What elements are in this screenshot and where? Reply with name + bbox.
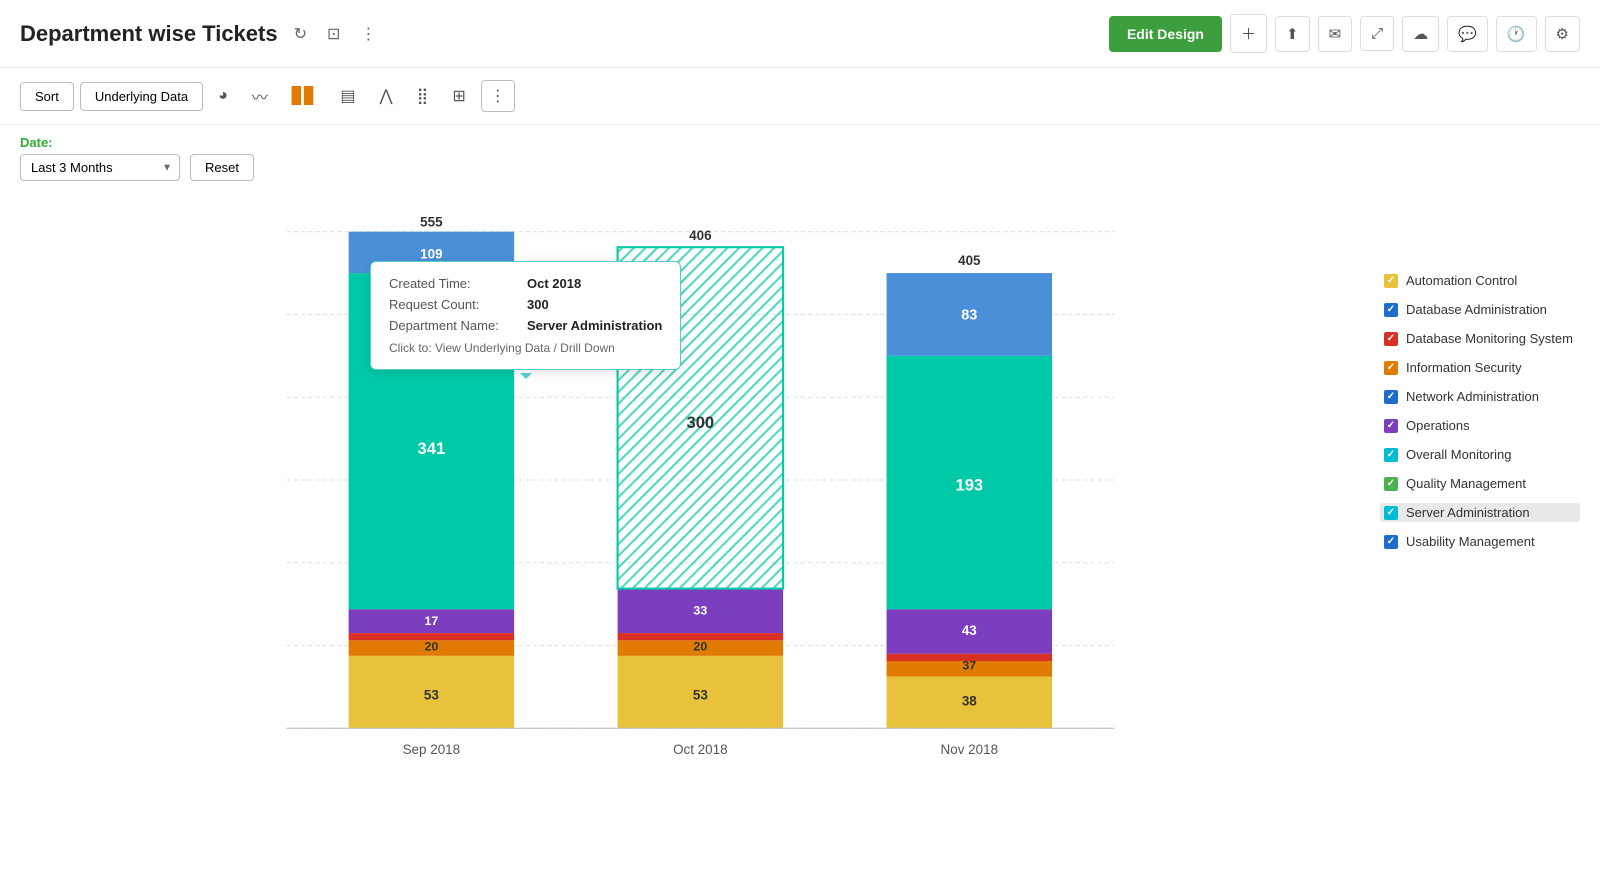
legend-item-operations[interactable]: ✓ Operations xyxy=(1380,416,1580,435)
legend-item-server-admin[interactable]: ✓ Server Administration xyxy=(1380,503,1580,522)
svg-text:405: 405 xyxy=(958,253,981,268)
svg-text:17: 17 xyxy=(424,614,438,628)
underlying-data-button[interactable]: Underlying Data xyxy=(80,82,203,111)
clock-button[interactable]: 🕐 xyxy=(1496,16,1537,52)
sort-button[interactable]: Sort xyxy=(20,82,74,111)
export-button[interactable]: ⬆ xyxy=(1275,16,1310,52)
legend-item-usability-management[interactable]: ✓ Usability Management xyxy=(1380,532,1580,551)
chart-tooltip: Created Time: Oct 2018 Request Count: 30… xyxy=(370,261,681,370)
legend-label-overall-monitoring: Overall Monitoring xyxy=(1406,447,1512,462)
svg-text:300: 300 xyxy=(687,413,715,432)
header-left: Department wise Tickets ↻ ⊡ ⋮ xyxy=(20,20,380,48)
svg-text:Oct 2018: Oct 2018 xyxy=(673,742,728,757)
page: Department wise Tickets ↻ ⊡ ⋮ Edit Desig… xyxy=(0,0,1600,882)
legend-label-info-security: Information Security xyxy=(1406,360,1522,375)
svg-text:53: 53 xyxy=(424,687,439,702)
svg-text:83: 83 xyxy=(961,308,977,324)
svg-text:Sep 2018: Sep 2018 xyxy=(403,742,461,757)
legend-color-database-admin: ✓ xyxy=(1384,303,1398,317)
legend-color-overall-monitoring: ✓ xyxy=(1384,448,1398,462)
svg-text:109: 109 xyxy=(420,247,442,262)
legend-color-automation-control: ✓ xyxy=(1384,274,1398,288)
legend-item-network-admin[interactable]: ✓ Network Administration xyxy=(1380,387,1580,406)
legend-label-automation-control: Automation Control xyxy=(1406,273,1517,288)
table-chart-button[interactable]: ⊞ xyxy=(443,80,474,112)
legend-color-info-security: ✓ xyxy=(1384,361,1398,375)
tooltip-request-count-label: Request Count: xyxy=(389,297,519,312)
legend-item-database-monitoring[interactable]: ✓ Database Monitoring System xyxy=(1380,329,1580,348)
legend-label-network-admin: Network Administration xyxy=(1406,389,1539,404)
legend-label-quality-management: Quality Management xyxy=(1406,476,1526,491)
tooltip-department: Department Name: Server Administration xyxy=(389,318,662,333)
svg-text:20: 20 xyxy=(693,640,707,654)
svg-text:Nov 2018: Nov 2018 xyxy=(941,742,999,757)
legend-color-operations: ✓ xyxy=(1384,419,1398,433)
filter-row: Last 3 Months Last 6 Months Last 12 Mont… xyxy=(20,154,1580,181)
legend-color-usability-management: ✓ xyxy=(1384,535,1398,549)
add-button[interactable]: ＋ xyxy=(1230,14,1267,53)
refresh-icon[interactable]: ↻ xyxy=(290,20,311,48)
chart-more-button[interactable]: ⋮ xyxy=(481,80,515,112)
scatter-chart-button[interactable]: ⣿ xyxy=(408,80,438,112)
line-chart-button[interactable]: 〰 xyxy=(243,78,277,114)
edit-design-button[interactable]: Edit Design xyxy=(1109,16,1222,52)
legend-color-database-monitoring: ✓ xyxy=(1384,332,1398,346)
more-options-icon[interactable]: ⋮ xyxy=(356,20,380,48)
tooltip-request-count: Request Count: 300 xyxy=(389,297,662,312)
svg-text:38: 38 xyxy=(962,693,977,708)
legend-item-overall-monitoring[interactable]: ✓ Overall Monitoring xyxy=(1380,445,1580,464)
comment-button[interactable]: 💬 xyxy=(1447,16,1488,52)
email-button[interactable]: ✉ xyxy=(1318,16,1353,52)
save-icon[interactable]: ⊡ xyxy=(323,20,344,48)
page-title: Department wise Tickets xyxy=(20,21,278,47)
svg-text:406: 406 xyxy=(689,228,711,243)
svg-text:341: 341 xyxy=(418,439,446,458)
bar-chart-button[interactable]: ▊▊ xyxy=(283,80,326,112)
legend-item-info-security[interactable]: ✓ Information Security xyxy=(1380,358,1580,377)
pie-chart-button[interactable]: ◕ xyxy=(209,81,237,111)
tooltip-created-time-label: Created Time: xyxy=(389,276,519,291)
filters: Date: Last 3 Months Last 6 Months Last 1… xyxy=(0,125,1600,191)
chart-main: Created Time: Oct 2018 Request Count: 30… xyxy=(20,211,1360,811)
svg-text:53: 53 xyxy=(693,687,708,702)
svg-text:555: 555 xyxy=(420,215,443,230)
share-button[interactable]: ⤢ xyxy=(1360,16,1394,51)
legend-color-server-admin: ✓ xyxy=(1384,506,1398,520)
reset-button[interactable]: Reset xyxy=(190,154,254,181)
date-filter-label: Date: xyxy=(20,135,1580,150)
legend-label-database-admin: Database Administration xyxy=(1406,302,1547,317)
header: Department wise Tickets ↻ ⊡ ⋮ Edit Desig… xyxy=(0,0,1600,68)
legend-item-database-admin[interactable]: ✓ Database Administration xyxy=(1380,300,1580,319)
tooltip-request-count-value: 300 xyxy=(527,297,549,312)
svg-text:43: 43 xyxy=(962,623,977,638)
legend-label-database-monitoring: Database Monitoring System xyxy=(1406,331,1573,346)
date-select-wrapper[interactable]: Last 3 Months Last 6 Months Last 12 Mont… xyxy=(20,154,180,181)
legend-color-quality-management: ✓ xyxy=(1384,477,1398,491)
header-right: Edit Design ＋ ⬆ ✉ ⤢ ☁ 💬 🕐 ⚙ xyxy=(1109,14,1580,53)
chart-svg: 53 20 17 341 109 555 53 xyxy=(20,211,1360,811)
chart-area: Created Time: Oct 2018 Request Count: 30… xyxy=(0,191,1600,811)
svg-text:33: 33 xyxy=(693,603,707,617)
svg-text:20: 20 xyxy=(424,640,438,654)
legend-item-quality-management[interactable]: ✓ Quality Management xyxy=(1380,474,1580,493)
legend-item-automation-control[interactable]: ✓ Automation Control xyxy=(1380,271,1580,290)
legend-color-network-admin: ✓ xyxy=(1384,390,1398,404)
stacked-bar-button[interactable]: ▤ xyxy=(331,80,364,112)
legend-label-usability-management: Usability Management xyxy=(1406,534,1535,549)
legend-label-operations: Operations xyxy=(1406,418,1470,433)
chart-legend: ✓ Automation Control ✓ Database Administ… xyxy=(1360,211,1580,811)
toolbar: Sort Underlying Data ◕ 〰 ▊▊ ▤ ⋀ ⣿ ⊞ ⋮ xyxy=(0,68,1600,125)
tooltip-created-time-value: Oct 2018 xyxy=(527,276,581,291)
svg-text:193: 193 xyxy=(956,475,984,494)
cloud-upload-button[interactable]: ☁ xyxy=(1402,16,1439,52)
svg-text:37: 37 xyxy=(962,658,976,672)
area-chart-button[interactable]: ⋀ xyxy=(370,80,401,112)
settings-button[interactable]: ⚙ xyxy=(1545,16,1580,52)
legend-label-server-admin: Server Administration xyxy=(1406,505,1530,520)
date-select[interactable]: Last 3 Months Last 6 Months Last 12 Mont… xyxy=(20,154,180,181)
tooltip-created-time: Created Time: Oct 2018 xyxy=(389,276,662,291)
tooltip-department-value: Server Administration xyxy=(527,318,662,333)
tooltip-hint: Click to: View Underlying Data / Drill D… xyxy=(389,341,662,355)
tooltip-department-label: Department Name: xyxy=(389,318,519,333)
